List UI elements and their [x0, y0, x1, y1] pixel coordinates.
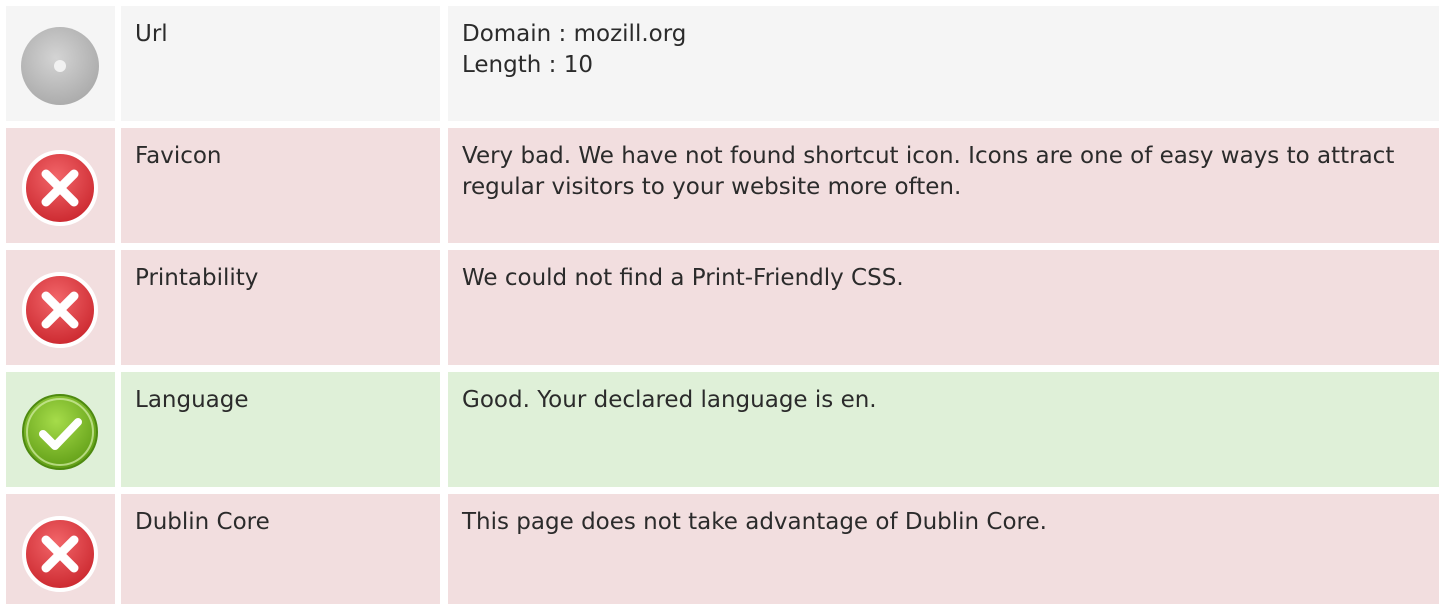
- row-label: Url: [121, 6, 440, 121]
- status-cell: [6, 6, 115, 121]
- error-icon: [19, 147, 101, 229]
- error-icon: [19, 513, 101, 595]
- neutral-disc-icon: [19, 25, 101, 107]
- row-value: Very bad. We have not found shortcut ico…: [448, 128, 1439, 243]
- success-icon: [19, 391, 101, 473]
- result-text: Very bad. We have not found shortcut ico…: [462, 143, 1395, 200]
- status-cell: [6, 372, 115, 487]
- result-text: This page does not take advantage of Dub…: [462, 509, 1047, 535]
- table-row-printability: Printability We could not find a Print-F…: [0, 250, 1445, 365]
- row-label: Language: [121, 372, 440, 487]
- table-row-url: Url Domain : mozill.org Length : 10: [0, 6, 1445, 121]
- status-cell: [6, 494, 115, 604]
- seo-report-table: Url Domain : mozill.org Length : 10 Favi…: [0, 0, 1445, 604]
- table-row-language: Language Good. Your declared language is…: [0, 372, 1445, 487]
- row-label: Dublin Core: [121, 494, 440, 604]
- domain-line: Domain : mozill.org: [462, 21, 687, 47]
- row-value: Good. Your declared language is en.: [448, 372, 1439, 487]
- row-label: Favicon: [121, 128, 440, 243]
- row-value: This page does not take advantage of Dub…: [448, 494, 1439, 604]
- row-value: We could not find a Print-Friendly CSS.: [448, 250, 1439, 365]
- length-line: Length : 10: [462, 52, 593, 78]
- table-row-dublin-core: Dublin Core This page does not take adva…: [0, 494, 1445, 604]
- row-label: Printability: [121, 250, 440, 365]
- table-row-favicon: Favicon Very bad. We have not found shor…: [0, 128, 1445, 243]
- status-cell: [6, 250, 115, 365]
- status-cell: [6, 128, 115, 243]
- result-text: Good. Your declared language is en.: [462, 387, 877, 413]
- result-text: We could not find a Print-Friendly CSS.: [462, 265, 904, 291]
- row-value: Domain : mozill.org Length : 10: [448, 6, 1439, 121]
- error-icon: [19, 269, 101, 351]
